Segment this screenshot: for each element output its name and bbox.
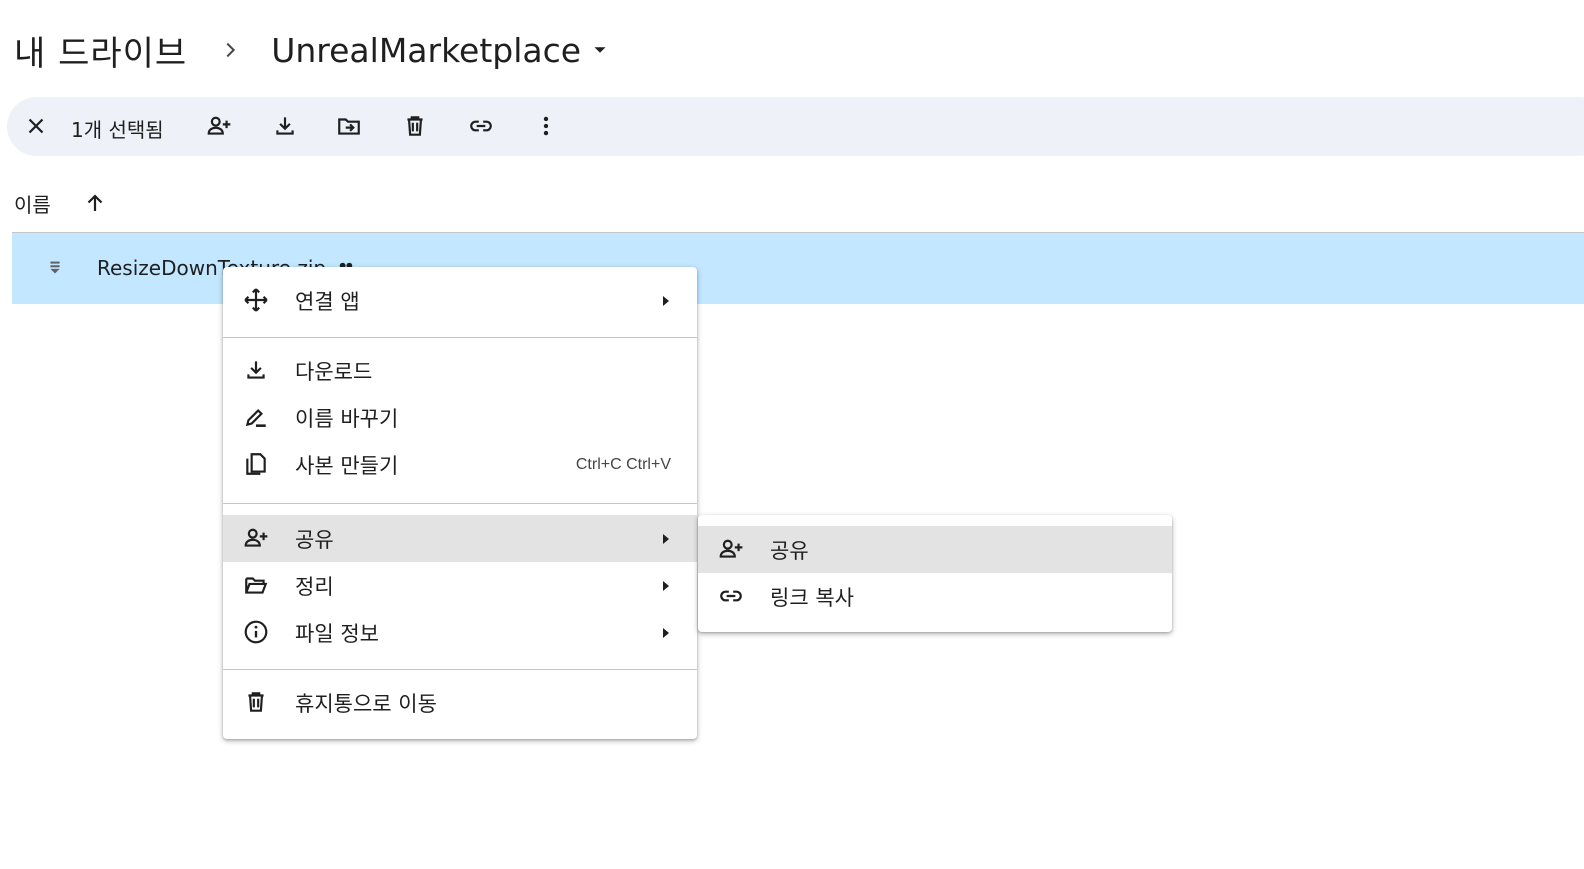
- menu-label: 이름 바꾸기: [295, 406, 399, 431]
- menu-label: 휴지통으로 이동: [295, 691, 437, 716]
- info-icon: [243, 619, 269, 645]
- download-button[interactable]: [265, 106, 305, 146]
- download-icon: [243, 357, 269, 383]
- more-vert-icon: [543, 116, 549, 136]
- menu-label: 링크 복사: [770, 585, 854, 610]
- menu-label: 공유: [770, 538, 809, 563]
- download-icon: [276, 117, 294, 135]
- move-button[interactable]: [329, 106, 369, 146]
- menu-item-rename[interactable]: 이름 바꾸기: [223, 394, 697, 441]
- selected-count: 1개 선택됨: [71, 118, 164, 142]
- copy-icon: [243, 451, 269, 477]
- arrow-right-icon: [663, 533, 669, 544]
- drive-page: 내 드라이브 UnrealMarketplace 1개 선택됨 이름 Resiz…: [0, 0, 1584, 869]
- menu-separator: [223, 503, 697, 504]
- menu-label: 연결 앱: [295, 289, 360, 314]
- person-add-icon: [718, 536, 744, 562]
- trash-icon: [243, 689, 269, 715]
- column-name-header[interactable]: 이름: [14, 189, 51, 218]
- rename-icon: [243, 404, 269, 430]
- zip-file-icon: [50, 261, 60, 274]
- menu-separator: [223, 337, 697, 338]
- menu-label: 파일 정보: [295, 621, 379, 646]
- move-to-folder-icon: [338, 118, 360, 135]
- menu-item-open-with[interactable]: 연결 앱: [223, 277, 697, 324]
- open-with-icon: [243, 287, 269, 313]
- menu-separator: [223, 669, 697, 670]
- breadcrumb-current-folder[interactable]: UnrealMarketplace: [271, 27, 611, 74]
- menu-item-share[interactable]: 공유: [223, 515, 697, 562]
- link-icon: [470, 120, 492, 132]
- arrow-right-icon: [663, 295, 669, 306]
- column-header: 이름: [14, 188, 107, 218]
- breadcrumb-my-drive[interactable]: 내 드라이브: [14, 26, 187, 75]
- link-icon: [718, 583, 744, 609]
- trash-button[interactable]: [395, 106, 435, 146]
- menu-label: 사본 만들기: [295, 453, 399, 478]
- person-add-icon: [207, 116, 231, 135]
- clear-selection-button[interactable]: [16, 106, 56, 146]
- menu-item-make-copy[interactable]: 사본 만들기 Ctrl+C Ctrl+V: [223, 441, 697, 488]
- menu-label: 정리: [295, 574, 334, 599]
- more-actions-button[interactable]: [526, 106, 566, 146]
- arrow-right-icon: [663, 580, 669, 591]
- arrow-up-icon[interactable]: [83, 191, 107, 215]
- chevron-right-icon: [226, 42, 236, 58]
- person-add-icon: [243, 525, 269, 551]
- copy-link-button[interactable]: [461, 106, 501, 146]
- share-button[interactable]: [199, 106, 239, 146]
- selection-toolbar: 1개 선택됨: [7, 97, 1584, 156]
- arrow-right-icon: [663, 627, 669, 638]
- current-folder-label: UnrealMarketplace: [271, 30, 582, 70]
- trash-icon: [407, 116, 423, 136]
- menu-label: 공유: [295, 527, 334, 552]
- submenu-item-share[interactable]: 공유: [698, 526, 1172, 573]
- submenu-item-copy-link[interactable]: 링크 복사: [698, 573, 1172, 620]
- caret-down-icon: [594, 47, 606, 53]
- menu-item-file-info[interactable]: 파일 정보: [223, 609, 697, 656]
- menu-item-move-to-trash[interactable]: 휴지통으로 이동: [223, 679, 697, 726]
- folder-open-icon: [243, 572, 269, 598]
- share-submenu: 공유 링크 복사: [698, 515, 1172, 632]
- close-icon: [28, 118, 44, 134]
- menu-item-organize[interactable]: 정리: [223, 562, 697, 609]
- menu-label: 다운로드: [295, 359, 373, 384]
- menu-item-download[interactable]: 다운로드: [223, 347, 697, 394]
- context-menu: 연결 앱 다운로드 이름 바꾸기 사본 만들기 Ctrl+C Ctrl+V 공유…: [223, 267, 697, 739]
- menu-shortcut: Ctrl+C Ctrl+V: [575, 455, 671, 473]
- breadcrumb: 내 드라이브 UnrealMarketplace: [14, 22, 611, 78]
